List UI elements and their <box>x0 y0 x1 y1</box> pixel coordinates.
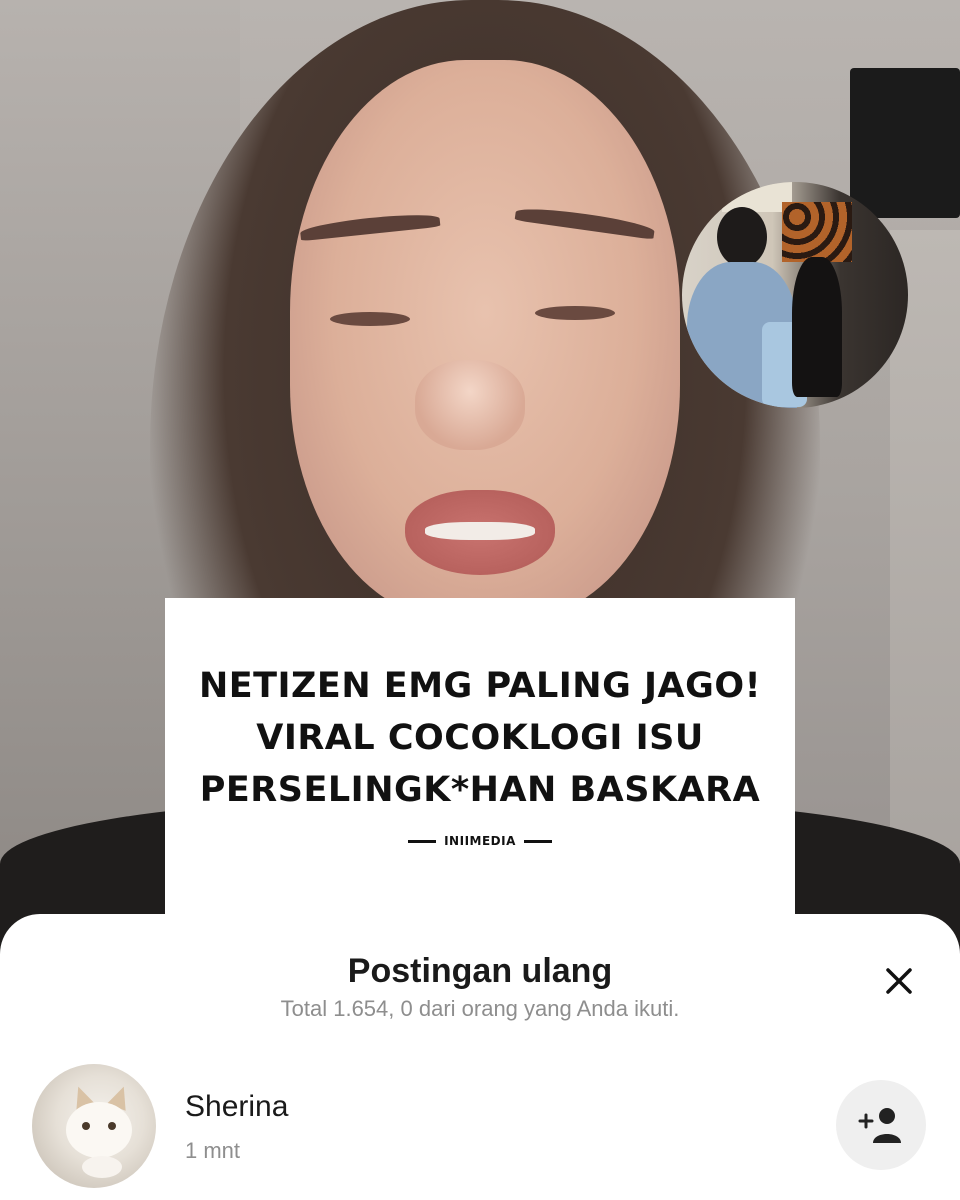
person-teeth <box>425 522 535 540</box>
headline-line-1: NETIZEN EMG PALING JAGO! <box>198 666 762 706</box>
brand-row: INIIMEDIA <box>165 834 795 848</box>
inset-photo-circle <box>682 182 908 408</box>
inset-shelf <box>782 202 852 262</box>
avatar[interactable] <box>32 1064 156 1188</box>
inset-woman <box>792 257 842 397</box>
close-icon <box>886 968 912 994</box>
brand-divider-left <box>408 839 437 843</box>
headline-line-3: PERSELINGK*HAN BASKARA <box>199 770 761 810</box>
person-nose <box>415 360 525 450</box>
left-eye <box>330 312 410 326</box>
repost-sheet: Postingan ulang Total 1.654, 0 dari oran… <box>0 914 960 1200</box>
speaker-cabinet <box>850 68 960 218</box>
user-timestamp: 1 mnt <box>185 1138 241 1163</box>
avatar-cat-eye <box>82 1122 90 1130</box>
inset-man-head <box>717 207 767 267</box>
headline-card: NETIZEN EMG PALING JAGO! VIRAL COCOKLOGI… <box>165 598 795 914</box>
add-person-icon <box>858 1108 901 1143</box>
brand-label: INIIMEDIA <box>444 834 516 848</box>
avatar-cat-eye <box>108 1122 116 1130</box>
brand-divider-right <box>523 839 552 843</box>
list-item[interactable]: Sherina 1 mnt <box>0 1062 960 1192</box>
avatar-cat-head <box>66 1102 132 1158</box>
user-name[interactable]: Sherina <box>185 1090 288 1124</box>
right-eye <box>535 306 615 320</box>
sheet-subtitle: Total 1.654, 0 dari orang yang Anda ikut… <box>280 996 680 1021</box>
headline: NETIZEN EMG PALING JAGO! VIRAL COCOKLOGI… <box>165 660 795 816</box>
avatar-cat-paw <box>82 1156 122 1178</box>
headline-line-2: VIRAL COCOKLOGI ISU <box>256 718 704 758</box>
follow-button[interactable] <box>836 1080 926 1170</box>
close-button[interactable] <box>876 958 922 1004</box>
sheet-title: Postingan ulang <box>347 952 613 990</box>
